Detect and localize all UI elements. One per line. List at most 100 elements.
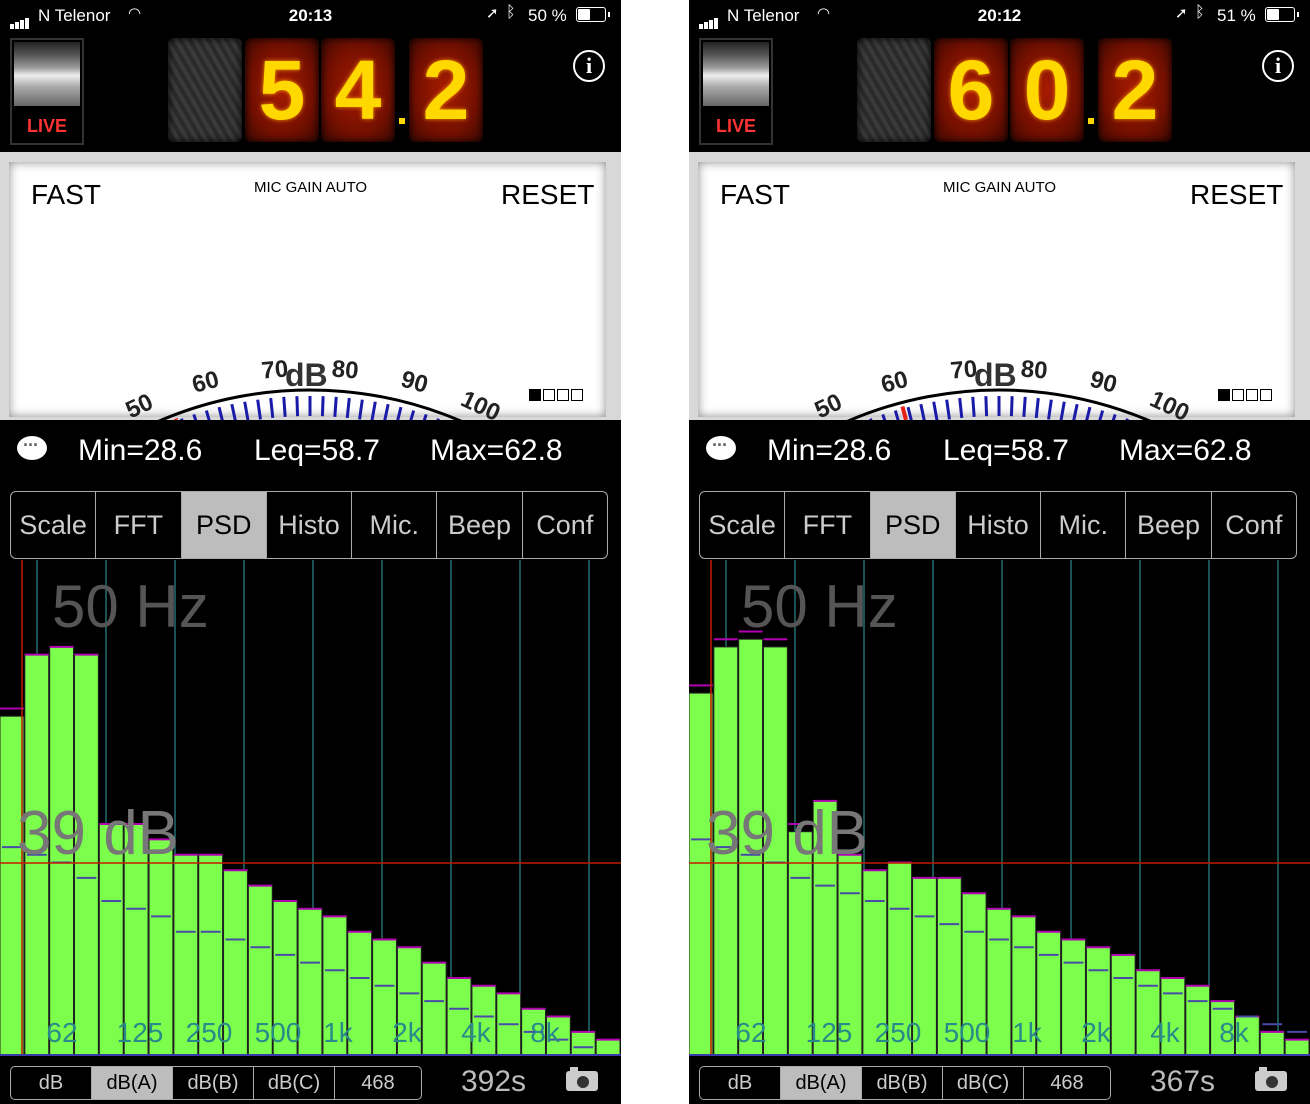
weight-dba[interactable]: dB(A) [781,1067,862,1099]
page-dot[interactable] [529,389,541,401]
weight-db[interactable]: dB [11,1067,92,1099]
tab-mic[interactable]: Mic. [352,492,438,558]
scale-label: 80 [1020,355,1049,384]
tab-psd[interactable]: PSD [181,492,267,558]
scale-label: 50 [122,388,158,420]
tab-fft[interactable]: FFT [785,492,871,558]
spectrum-bar [0,715,25,1056]
bluetooth-icon: ᛒ [1195,4,1205,21]
display-digit-4: 2 [1098,38,1172,142]
decimal-point [1088,118,1094,124]
weight-dbc[interactable]: dB(C) [254,1067,335,1099]
frequency-label: 2k [1081,1017,1112,1048]
tab-conf[interactable]: Conf [1212,492,1296,558]
page-dot[interactable] [571,389,583,401]
max-stat: Max=62.8 [430,434,563,467]
display-digit-3: 0 [1010,38,1084,142]
page-dot[interactable] [557,389,569,401]
tab-beep[interactable]: Beep [1126,492,1212,558]
bottom-bar: dB dB(A) dB(B) dB(C) 468 392s [0,1061,621,1104]
min-stat: Min=28.6 [767,434,892,467]
info-button[interactable]: i [1262,50,1294,82]
tab-conf[interactable]: Conf [523,492,607,558]
reset-button[interactable]: RESET [1190,179,1283,211]
tab-scale[interactable]: Scale [700,492,786,558]
frequency-label: 1k [1012,1017,1043,1048]
frequency-label: 125 [806,1017,853,1048]
camera-icon[interactable] [566,1067,598,1091]
page-dot[interactable] [543,389,555,401]
meter-unit: dB [974,357,1017,393]
scale-label: 60 [878,366,911,399]
scale-label: 90 [398,366,431,399]
cursor-level: 39 dB [17,799,180,868]
weighting-tabs: dB dB(A) dB(B) dB(C) 468 [10,1066,422,1100]
scale-label: 110 [518,419,565,420]
location-icon: ➚ [1175,5,1188,22]
weight-468[interactable]: 468 [335,1067,421,1099]
chat-bubble-icon[interactable] [706,430,736,460]
spectrum-bar [1185,985,1211,1056]
spectrum-bar [570,1031,596,1056]
weight-dbb[interactable]: dB(B) [862,1067,943,1099]
mode-tabs: Scale FFT PSD Histo Mic. Beep Conf [699,491,1297,559]
battery-percent: 51 % [1217,6,1256,25]
weight-dba[interactable]: dB(A) [92,1067,173,1099]
weight-dbc[interactable]: dB(C) [943,1067,1024,1099]
scale-label: 80 [331,355,360,384]
meter-unit: dB [285,357,328,393]
page-dot[interactable] [1260,389,1272,401]
spectrum-bar [421,962,447,1056]
chat-bubble-icon[interactable] [17,430,47,460]
live-button[interactable]: LIVE [10,38,84,145]
display-digit-2: 5 [245,38,319,142]
scale-label: 90 [1087,366,1120,399]
scale-label: 100 [457,386,505,420]
frequency-label: 125 [117,1017,164,1048]
spectrum-bar [1259,1031,1285,1056]
page-indicator[interactable] [529,388,585,406]
spectrum-bar [595,1039,621,1056]
spectrum-bar [689,692,714,1056]
live-label: LIVE [715,116,756,136]
camera-icon[interactable] [1255,1067,1287,1091]
max-stat: Max=62.8 [1119,434,1252,467]
tab-fft[interactable]: FFT [96,492,182,558]
display-digit-1 [168,38,242,142]
spectrum-bar [297,908,323,1056]
weighting-tabs: dB dB(A) dB(B) dB(C) 468 [699,1066,1111,1100]
battery-icon [576,7,610,22]
battery-icon [1265,7,1299,22]
leq-stat: Leq=58.7 [943,434,1069,467]
tab-scale[interactable]: Scale [11,492,97,558]
tab-beep[interactable]: Beep [437,492,523,558]
scale-label: 100 [1146,386,1194,420]
page-dot[interactable] [1232,389,1244,401]
page-dot[interactable] [1218,389,1230,401]
tab-histo[interactable]: Histo [267,492,353,558]
frequency-label: 4k [1150,1017,1181,1048]
status-bar: N Telenor ◠ 20:12 ➚ ᛒ 51 % [689,0,1310,30]
frequency-label: 62 [735,1017,766,1048]
page-indicator[interactable] [1218,388,1274,406]
frequency-label: 8k [530,1017,561,1048]
weight-db[interactable]: dB [700,1067,781,1099]
page-dot[interactable] [1246,389,1258,401]
frequency-label: 500 [255,1017,302,1048]
spectrum-bar [986,908,1012,1056]
weight-dbb[interactable]: dB(B) [173,1067,254,1099]
location-icon: ➚ [486,5,499,22]
leq-stat: Leq=58.7 [254,434,380,467]
live-button[interactable]: LIVE [699,38,773,145]
weight-468[interactable]: 468 [1024,1067,1110,1099]
bluetooth-icon: ᛒ [506,4,516,21]
scale-label: 50 [811,388,847,420]
info-button[interactable]: i [573,50,605,82]
frequency-label: 4k [461,1017,492,1048]
display-digit-4: 2 [409,38,483,142]
tab-histo[interactable]: Histo [956,492,1042,558]
reset-button[interactable]: RESET [501,179,594,211]
tab-psd[interactable]: PSD [870,492,956,558]
tab-mic[interactable]: Mic. [1041,492,1127,558]
display-digit-2: 6 [934,38,1008,142]
